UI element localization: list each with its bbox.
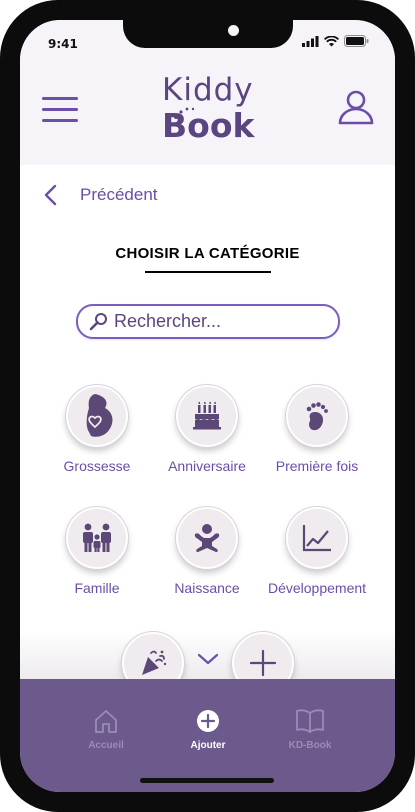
category-circle	[286, 385, 348, 447]
chevron-down-icon[interactable]	[197, 652, 219, 666]
baby-icon	[194, 524, 220, 552]
tab-kd-book[interactable]: KD-Book	[270, 709, 350, 751]
kiddybook-logo: Kiddy Book	[162, 72, 256, 146]
hamburger-menu-button[interactable]	[42, 97, 78, 123]
category-label: Première fois	[275, 458, 359, 474]
status-time: 9:41	[48, 37, 78, 51]
category-circle	[66, 385, 128, 447]
tab-label: Accueil	[88, 740, 124, 751]
app-screen: Kiddy Book 9:41 Précédent CHOISIR LA CAT…	[20, 20, 395, 792]
plus-icon	[249, 649, 277, 677]
notch	[123, 20, 293, 48]
category-circle	[176, 507, 238, 569]
category-circle	[66, 507, 128, 569]
status-icons	[302, 35, 369, 47]
category-famille[interactable]: Famille	[42, 507, 152, 596]
logo-text-top: Kiddy	[162, 72, 254, 108]
category-grossesse[interactable]: Grossesse	[42, 385, 152, 474]
category-anniversaire[interactable]: Anniversaire	[152, 385, 262, 474]
book-icon	[296, 709, 324, 733]
category-circle	[286, 507, 348, 569]
footprint-icon	[306, 402, 328, 431]
menu-line	[42, 119, 78, 122]
home-icon	[95, 710, 117, 733]
category-naissance[interactable]: Naissance	[152, 507, 262, 596]
tab-accueil[interactable]: Accueil	[66, 709, 146, 751]
chevron-left-icon	[44, 184, 57, 206]
home-indicator	[140, 778, 274, 783]
tab-label: KD-Book	[288, 740, 332, 751]
camera-dot	[228, 25, 239, 36]
back-label: Précédent	[80, 185, 158, 204]
category-label: Naissance	[174, 580, 240, 596]
category-developpement[interactable]: Développement	[262, 507, 372, 596]
menu-line	[42, 97, 78, 100]
menu-line	[42, 108, 78, 111]
category-circle	[176, 385, 238, 447]
search-icon	[89, 313, 107, 331]
back-button[interactable]: Précédent	[40, 180, 158, 210]
category-premiere-fois[interactable]: Première fois	[262, 385, 372, 474]
search-bar[interactable]	[76, 304, 340, 339]
chart-icon	[302, 525, 331, 552]
category-label: Développement	[267, 580, 367, 596]
family-icon	[83, 523, 111, 552]
search-input[interactable]	[114, 311, 324, 332]
title-underline	[145, 271, 271, 273]
wifi-icon	[324, 35, 339, 46]
signal-icon	[302, 35, 319, 47]
tab-label: Ajouter	[190, 740, 226, 751]
phone-frame: Kiddy Book 9:41 Précédent CHOISIR LA CAT…	[0, 0, 415, 812]
category-label: Grossesse	[63, 458, 131, 474]
bottom-tab-bar: Accueil Ajouter KD-Book	[20, 679, 395, 792]
battery-icon	[344, 35, 369, 47]
user-profile-button[interactable]	[336, 90, 376, 126]
logo-dots-icon	[174, 107, 195, 119]
category-label: Anniversaire	[168, 458, 246, 474]
tab-ajouter[interactable]: Ajouter	[168, 709, 248, 751]
birthday-cake-icon	[193, 401, 221, 430]
plus-circle-icon	[197, 710, 219, 732]
party-popper-icon	[142, 650, 167, 675]
category-label: Famille	[74, 580, 120, 596]
user-icon	[338, 90, 374, 125]
pregnancy-icon	[86, 394, 113, 437]
page-title: CHOISIR LA CATÉGORIE	[115, 245, 300, 262]
